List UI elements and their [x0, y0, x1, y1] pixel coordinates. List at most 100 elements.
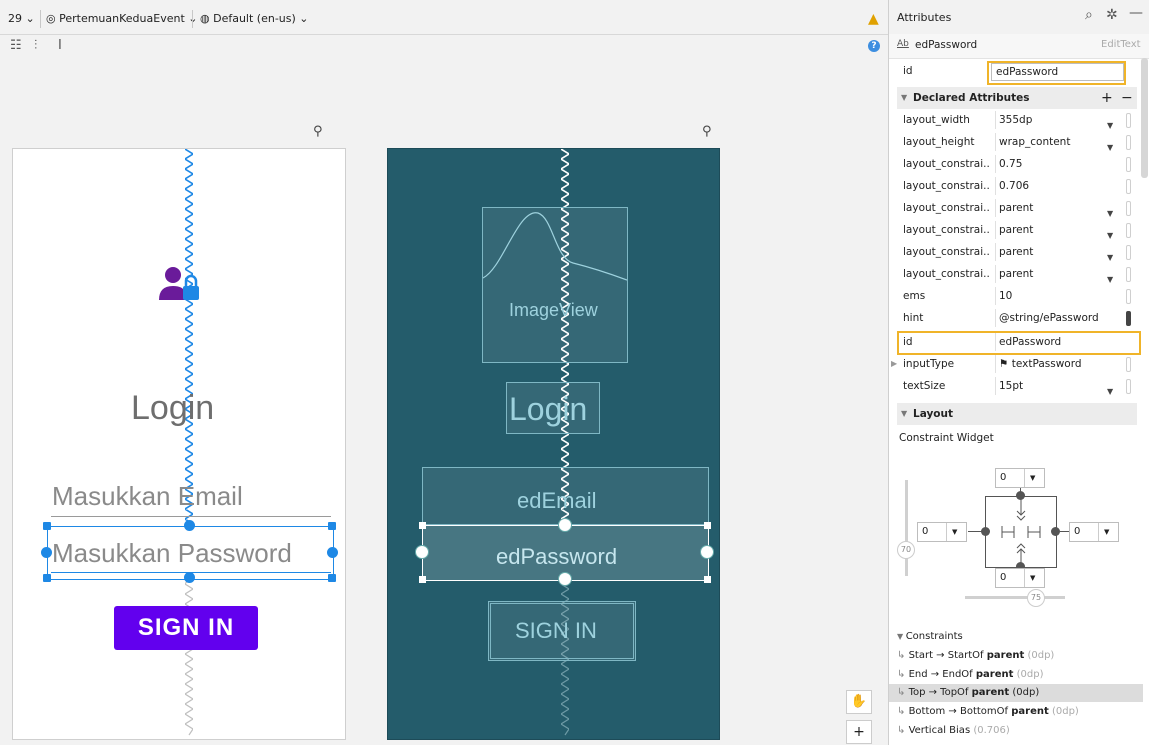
constraint-item-selected[interactable]: ↳ Top → TopOf parent (0dp) — [889, 684, 1143, 702]
resource-picker[interactable] — [1126, 157, 1131, 172]
resource-picker[interactable] — [1126, 311, 1131, 326]
resource-picker[interactable] — [1126, 201, 1131, 216]
attribute-value[interactable]: edPassword — [999, 331, 1129, 353]
help-icon[interactable]: ? — [868, 40, 880, 52]
attribute-row[interactable]: layout_constrai... 0.706 — [897, 175, 1137, 197]
attribute-row[interactable]: layout_width 355dp ▼ — [897, 109, 1137, 131]
search-icon[interactable]: ⌕ — [1085, 7, 1093, 23]
constraint-item[interactable]: ↳ Start → StartOf parent (0dp) — [897, 647, 1135, 665]
gear-icon[interactable]: ✲ — [1106, 7, 1118, 23]
panel-scrollbar[interactable] — [1141, 58, 1148, 178]
vertical-bias-slider[interactable] — [905, 480, 908, 576]
attribute-row[interactable]: layout_constrai... parent ▼ — [897, 241, 1137, 263]
horizontal-bias-slider[interactable] — [965, 596, 1065, 599]
blueprint-preview-screen[interactable]: ImageView Login edEmail edPassword SIGN … — [387, 148, 720, 740]
bottom-anchor[interactable] — [184, 572, 195, 583]
design-preview-screen[interactable]: Login Masukkan Email Masukkan Password S… — [12, 148, 346, 740]
expand-arrow-icon[interactable]: ▶ — [891, 353, 897, 375]
attribute-row[interactable]: layout_constrai... parent ▼ — [897, 197, 1137, 219]
resize-handle[interactable] — [328, 522, 336, 530]
resource-picker[interactable] — [1126, 179, 1131, 194]
attribute-row[interactable]: layout_height wrap_content ▼ — [897, 131, 1137, 153]
blueprint-email-input[interactable]: edEmail — [422, 467, 709, 525]
constraint-extra: (0.706) — [973, 725, 1010, 736]
right-constraint-dot[interactable] — [1051, 527, 1060, 536]
top-anchor[interactable] — [184, 520, 195, 531]
resource-picker[interactable] — [1126, 223, 1131, 238]
align-icon[interactable]: ⫶ — [34, 38, 37, 53]
constraint-item[interactable]: ↳ End → EndOf parent (0dp) — [897, 666, 1135, 684]
constraint-item[interactable]: ↳ Vertical Bias (0.706) — [897, 722, 1135, 740]
resource-picker[interactable] — [1126, 135, 1131, 150]
resource-picker[interactable] — [1126, 289, 1131, 304]
login-title[interactable]: Login — [131, 389, 214, 428]
resize-handle[interactable] — [419, 522, 426, 529]
end-anchor[interactable] — [327, 547, 338, 558]
constraint-widget: 70 0 ▼ 0 ▼ 0 ▼ 0 ▼ 75 — [897, 460, 1143, 610]
sign-in-button[interactable]: SIGN IN — [114, 606, 258, 650]
constraints-header[interactable]: ▼ Constraints — [897, 628, 1135, 646]
warning-icon[interactable]: ▲ — [868, 0, 879, 34]
attribute-value[interactable]: 10 — [999, 285, 1129, 307]
attribute-value-wrap[interactable]: ⚑ textPassword — [999, 353, 1129, 375]
dropdown-arrow-icon[interactable]: ▼ — [1107, 381, 1113, 403]
resize-handle[interactable] — [43, 574, 51, 582]
resource-picker[interactable] — [1126, 267, 1131, 282]
end-anchor[interactable] — [700, 545, 714, 559]
remove-attribute-icon[interactable]: − — [1121, 87, 1133, 109]
add-attribute-icon[interactable]: + — [1101, 87, 1113, 109]
resource-picker[interactable] — [1126, 245, 1131, 260]
blueprint-imageview[interactable]: ImageView — [482, 207, 628, 363]
attribute-row[interactable]: layout_constrai... 0.75 — [897, 153, 1137, 175]
start-anchor[interactable] — [41, 547, 52, 558]
attribute-row[interactable]: hint @string/ePassword — [897, 307, 1137, 329]
resize-handle[interactable] — [704, 576, 711, 583]
constraint-item[interactable]: ↳ Bottom → BottomOf parent (0dp) — [897, 703, 1135, 721]
declared-attributes-header[interactable]: ▼ Declared Attributes + − — [897, 87, 1137, 109]
blueprint-sign-in-button[interactable]: SIGN IN — [488, 601, 636, 661]
blueprint-login-title[interactable]: Login — [506, 382, 600, 434]
start-anchor[interactable] — [415, 545, 429, 559]
resource-picker[interactable] — [1126, 113, 1131, 128]
minimize-icon[interactable]: — — [1129, 5, 1143, 21]
vertical-bias-thumb[interactable]: 70 — [897, 541, 915, 559]
pin-icon[interactable]: ⚲ — [313, 124, 323, 139]
attribute-row[interactable]: ▶ inputType ⚑ textPassword — [891, 353, 1137, 375]
margin-bottom-input[interactable]: 0 ▼ — [995, 568, 1045, 588]
attribute-row[interactable]: textSize 15pt ▼ — [897, 375, 1137, 397]
attribute-row[interactable]: ems 10 — [897, 285, 1137, 307]
resize-handle[interactable] — [328, 574, 336, 582]
resource-picker[interactable] — [1126, 357, 1131, 372]
attribute-row[interactable]: layout_constrai... parent ▼ — [897, 219, 1137, 241]
locale-dropdown[interactable]: ◍ Default (en-us) ⌄ — [200, 0, 309, 34]
attribute-row-highlighted[interactable]: id edPassword — [897, 331, 1141, 355]
view-options-icon[interactable]: ☷ — [10, 38, 22, 53]
baseline-icon[interactable]: Ⅰ — [58, 38, 62, 53]
layout-section-header[interactable]: ▼ Layout — [897, 403, 1137, 425]
id-input[interactable]: edPassword — [991, 63, 1124, 81]
top-anchor[interactable] — [558, 518, 572, 532]
attribute-value[interactable]: 0.75 — [999, 153, 1129, 175]
attribute-value[interactable]: 0.706 — [999, 175, 1129, 197]
attribute-value[interactable]: @string/ePassword — [999, 307, 1129, 329]
resize-handle[interactable] — [704, 522, 711, 529]
zoom-in-button[interactable]: + — [846, 720, 872, 744]
bottom-anchor[interactable] — [558, 572, 572, 586]
resize-handle[interactable] — [43, 522, 51, 530]
pan-hand-button[interactable]: ✋ — [846, 690, 872, 714]
attribute-row[interactable]: layout_constrai... parent ▼ — [897, 263, 1137, 285]
pin-icon[interactable]: ⚲ — [702, 124, 712, 139]
left-constraint-dot[interactable] — [981, 527, 990, 536]
margin-top-input[interactable]: 0 ▼ — [995, 468, 1045, 488]
horizontal-bias-thumb[interactable]: 75 — [1027, 589, 1045, 607]
margin-left-input[interactable]: 0 ▼ — [917, 522, 967, 542]
theme-dropdown[interactable]: ◎ PertemuanKeduaEvent ⌄ — [46, 0, 197, 34]
resource-picker[interactable] — [1126, 379, 1131, 394]
attributes-title: Attributes — [897, 11, 952, 24]
email-input[interactable]: Masukkan Email — [52, 481, 243, 512]
top-constraint-dot[interactable] — [1016, 491, 1025, 500]
password-input[interactable]: Masukkan Password — [52, 538, 292, 569]
api-level-dropdown[interactable]: 29 ⌄ — [8, 0, 35, 34]
margin-right-input[interactable]: 0 ▼ — [1069, 522, 1119, 542]
resize-handle[interactable] — [419, 576, 426, 583]
